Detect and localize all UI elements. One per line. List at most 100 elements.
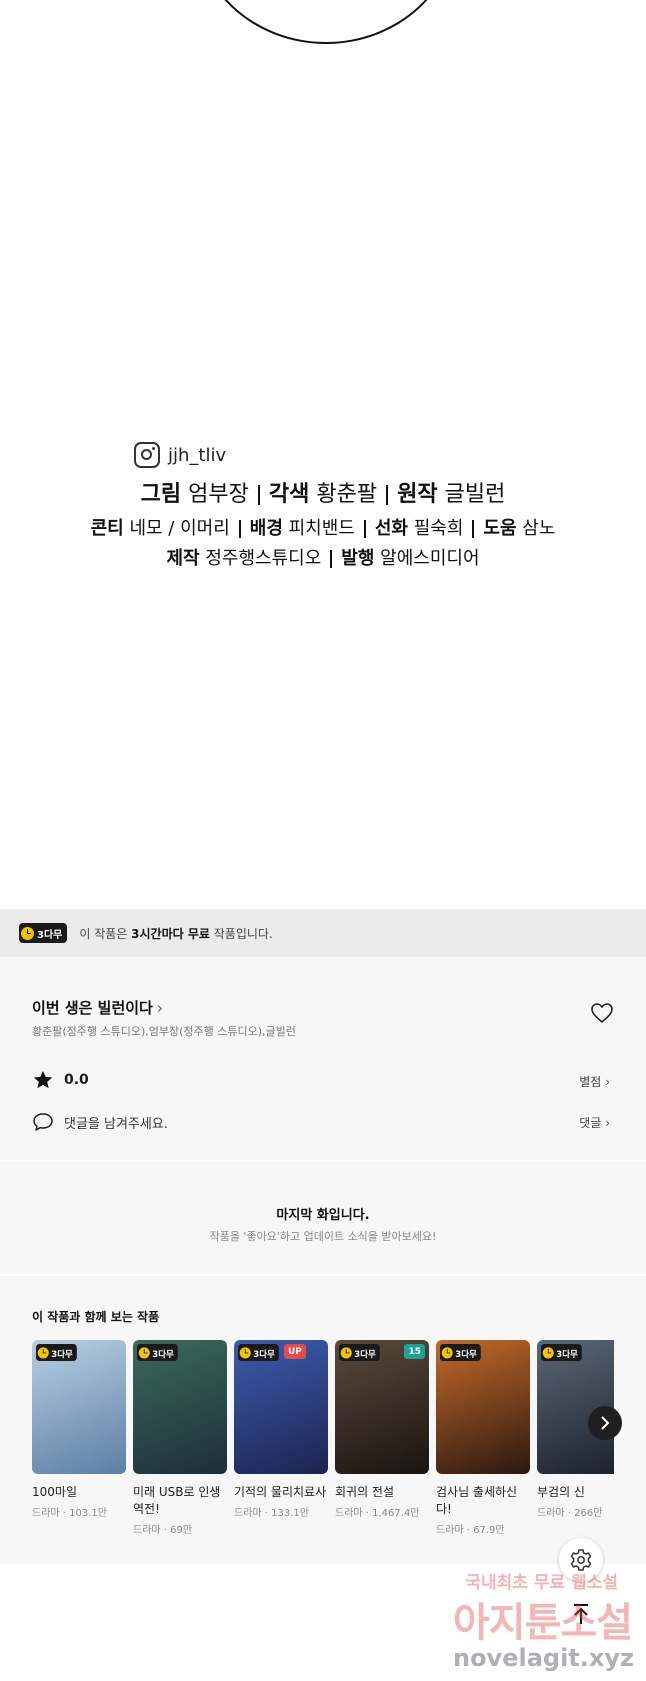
- star-icon: [33, 1070, 53, 1089]
- credit-name: 피치밴드: [288, 518, 355, 539]
- credits-line-3: 제작 정주행스튜디오 발행 알에스미디어: [0, 544, 646, 570]
- credit-separator: [386, 485, 389, 505]
- chevron-right-icon: ›: [605, 1116, 610, 1130]
- free-badge-label: 3다무: [152, 1349, 174, 1359]
- free-badge: 3다무: [238, 1344, 280, 1361]
- recommendations-title: 이 작품과 함께 보는 작품: [32, 1310, 160, 1324]
- recommendation-title: 기적의 물리치료사: [234, 1485, 327, 1499]
- credit-name: 네모 / 이머리: [129, 518, 230, 539]
- series-info-panel: 이번 생은 빌런이다 › 황춘팔(정주행 스튜디오),엄부장(정주행 스튜디오),…: [0, 957, 646, 1160]
- credits-line-2: 콘티 네모 / 이머리 배경 피치밴드 선화 필숙희 도움 삼노: [0, 514, 646, 540]
- carousel-next-button[interactable]: [588, 1406, 622, 1440]
- credit-separator: [238, 520, 241, 538]
- free-badge-label: 3다무: [51, 1349, 73, 1359]
- recommendation-card[interactable]: 3다무 100마일드라마 · 103.1만: [32, 1340, 126, 1519]
- clock-icon: [239, 1346, 251, 1359]
- recommendation-card[interactable]: 3다무 UP 기적의 물리치료사드라마 · 133.1만: [234, 1340, 328, 1519]
- free-badge-label: 3다무: [37, 929, 63, 941]
- recommendation-meta: 드라마 · 1,467.4만: [335, 1508, 420, 1519]
- panel-circle-drawing: [194, 0, 458, 44]
- clock-icon: [37, 1346, 49, 1359]
- comment-bubble-icon: [33, 1113, 53, 1131]
- cover-thumbnail: 3다무 15: [335, 1340, 429, 1474]
- free-badge: 3다무: [440, 1344, 482, 1361]
- comment-placeholder: 댓글을 남겨주세요.: [64, 1116, 168, 1132]
- recommendation-meta: 드라마 · 103.1만: [32, 1508, 107, 1519]
- clock-icon: [441, 1346, 453, 1359]
- instagram-icon: [134, 442, 160, 468]
- free-badge-label: 3다무: [354, 1349, 376, 1359]
- recommendation-card[interactable]: 3다무미래 USB로 인생역전! 드라마 · 69만: [133, 1340, 227, 1536]
- free-badge: 3다무: [137, 1344, 179, 1361]
- last-episode-subtitle: 작품을 '좋아요'하고 업데이트 소식을 받아보세요!: [209, 1230, 437, 1243]
- cover-thumbnail: 3다무 UP: [234, 1340, 328, 1474]
- credit-name: 필숙희: [413, 518, 464, 539]
- rate-button[interactable]: 별점 ›: [579, 1073, 610, 1090]
- instagram-row: jjh_tliv: [134, 440, 226, 470]
- credit-separator: [257, 485, 260, 505]
- credit-separator: [363, 520, 366, 538]
- like-heart-icon[interactable]: [590, 1002, 614, 1024]
- cover-thumbnail: 3다무: [436, 1340, 530, 1474]
- comments-label: 댓글: [579, 1116, 602, 1130]
- credit-name: 삼노: [522, 518, 556, 539]
- clock-icon: [340, 1346, 352, 1359]
- clock-icon: [542, 1346, 554, 1359]
- age-rating-tag: 15: [404, 1344, 425, 1359]
- comment-input-row[interactable]: 댓글을 남겨주세요.: [32, 1112, 168, 1132]
- rating-value: 0.0: [64, 1072, 89, 1088]
- credit-separator: [330, 550, 333, 568]
- cover-thumbnail: 3다무: [32, 1340, 126, 1474]
- recommendation-title: 검사님 출세하신다!: [436, 1485, 518, 1516]
- last-episode-title: 마지막 화입니다.: [276, 1208, 370, 1223]
- credit-role: 도움: [483, 518, 517, 539]
- free-badge-label: 3다무: [455, 1349, 477, 1359]
- clock-icon: [138, 1346, 150, 1359]
- credit-name: 알에스미디어: [380, 548, 480, 569]
- credit-separator: [472, 520, 475, 538]
- credit-role: 그림: [140, 482, 182, 507]
- series-title: 이번 생은 빌런이다: [32, 999, 153, 1017]
- credit-role: 선화: [374, 518, 408, 539]
- free-badge: 3다무: [36, 1344, 78, 1361]
- credit-name: 엄부장: [188, 482, 249, 507]
- free-badge-label: 3다무: [253, 1349, 275, 1359]
- chevron-right-icon: [601, 1416, 610, 1430]
- series-authors: 황춘팔(정주행 스튜디오),엄부장(정주행 스튜디오),글빌런: [32, 1025, 296, 1038]
- free-text-post: 작품입니다.: [209, 926, 273, 941]
- recommendation-meta: 드라마 · 69만: [133, 1525, 193, 1536]
- recommendation-title: 100마일: [32, 1485, 77, 1499]
- last-episode-notice: 마지막 화입니다. 작품을 '좋아요'하고 업데이트 소식을 받아보세요!: [0, 1162, 646, 1274]
- cover-thumbnail: 3다무: [133, 1340, 227, 1474]
- rate-label: 별점: [579, 1075, 602, 1089]
- webtoon-canvas: jjh_tliv 그림 엄부장 각색 황춘팔 원작 글빌런 콘티 네모 / 이머리 배…: [0, 0, 646, 908]
- credit-role: 콘티: [90, 518, 124, 539]
- credits-line-1: 그림 엄부장 각색 황춘팔 원작 글빌런: [0, 476, 646, 508]
- recommendation-title: 부검의 신: [537, 1485, 585, 1499]
- site-watermark: 국내최초 무료 웹소설 아지툰소설 novelagit.xyz: [440, 1568, 646, 1678]
- credit-role: 각색: [268, 482, 310, 507]
- clock-icon: [21, 926, 34, 940]
- series-title-link[interactable]: 이번 생은 빌런이다 ›: [32, 997, 163, 1018]
- instagram-handle: jjh_tliv: [168, 444, 227, 466]
- free-badge: 3다무: [19, 923, 68, 943]
- recommendation-meta: 드라마 · 67.9만: [436, 1525, 505, 1536]
- free-badge: 3다무: [541, 1344, 583, 1361]
- chevron-right-icon: ›: [156, 999, 163, 1017]
- free-text-pre: 이 작품은: [79, 926, 132, 941]
- credit-name: 정주행스튜디오: [205, 548, 322, 569]
- chevron-right-icon: ›: [605, 1075, 610, 1089]
- recommendation-card[interactable]: 3다무검사님 출세하신다! 드라마 · 67.9만: [436, 1340, 530, 1536]
- recommendation-card[interactable]: 3다무 15 회귀의 전설 드라마 · 1,467.4만: [335, 1340, 429, 1519]
- recommendations-carousel[interactable]: 3다무 100마일드라마 · 103.1만 3다무미래 USB로 인생역전! 드라마 …: [32, 1340, 614, 1560]
- watermark-url: novelagit.xyz: [452, 1644, 634, 1672]
- recommendation-title: 미래 USB로 인생역전!: [133, 1485, 221, 1516]
- free-text-bold: 3시간마다 무료: [131, 926, 210, 941]
- free-info-text: 이 작품은 3시간마다 무료 작품입니다.: [79, 925, 272, 942]
- free-badge-label: 3다무: [556, 1349, 578, 1359]
- recommendation-meta: 드라마 · 266만: [537, 1508, 603, 1519]
- free-badge: 3다무: [339, 1344, 381, 1361]
- update-tag: UP: [284, 1344, 306, 1359]
- recommendation-meta: 드라마 · 133.1만: [234, 1508, 309, 1519]
- comments-button[interactable]: 댓글 ›: [579, 1114, 610, 1131]
